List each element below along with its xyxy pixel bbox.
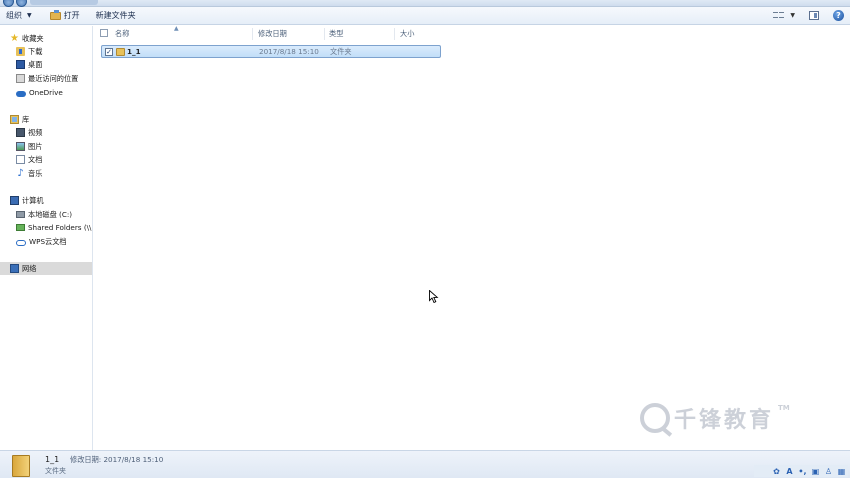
nav-pictures[interactable]: 图片 — [0, 140, 92, 153]
nav-documents[interactable]: 文档 — [0, 153, 92, 166]
nav-downloads-label: 下载 — [28, 46, 43, 56]
nav-recent[interactable]: 最近访问的位置 — [0, 72, 92, 85]
column-divider[interactable] — [324, 28, 325, 40]
nav-downloads[interactable]: 下载 — [0, 45, 92, 58]
paw-icon[interactable]: ✿ — [772, 467, 781, 476]
row-checkbox[interactable]: ✓ — [105, 48, 113, 56]
column-header-modified[interactable]: 修改日期 — [258, 29, 287, 39]
organize-label: 组织 — [6, 11, 22, 20]
nav-wps-cloud-label: WPS云文档 — [29, 236, 67, 246]
open-button[interactable]: 打开 — [44, 8, 86, 24]
new-folder-button[interactable]: 新建文件夹 — [90, 8, 142, 24]
mouse-cursor-icon — [429, 290, 439, 303]
open-label: 打开 — [63, 11, 80, 20]
user-icon[interactable]: ♙ — [824, 467, 833, 476]
nav-documents-label: 文档 — [28, 154, 43, 164]
file-list: ▲ 名称 修改日期 类型 大小 ✓ 1_1 2017/8/18 15:10 文件… — [94, 25, 850, 450]
organize-button[interactable]: 组织 ▼ — [0, 8, 38, 24]
downloads-folder-icon — [16, 47, 25, 56]
address-bar-strip — [0, 0, 850, 7]
watermark-text: 千锋教育 — [674, 408, 775, 433]
nav-shared-folders[interactable]: Shared Folders (\\ — [0, 221, 92, 234]
forward-button[interactable] — [16, 0, 27, 7]
library-icon — [10, 115, 19, 124]
nav-pictures-label: 图片 — [28, 141, 43, 151]
system-tray: ✿ A •, ▣ ♙ ▦ — [754, 465, 848, 477]
view-options-chevron-icon[interactable]: ▼ — [790, 12, 795, 19]
star-icon: ★ — [10, 33, 19, 44]
details-modified: 修改日期: 2017/8/18 15:10 — [70, 455, 164, 464]
file-name: 1_1 — [127, 47, 141, 56]
punctuation-icon[interactable]: •, — [798, 467, 807, 476]
nav-desktop-label: 桌面 — [28, 59, 43, 69]
address-bar[interactable] — [30, 0, 98, 5]
preview-pane-icon[interactable] — [809, 11, 819, 20]
pictures-icon — [16, 142, 25, 151]
nav-onedrive[interactable]: OneDrive — [0, 86, 92, 99]
onedrive-cloud-icon — [16, 90, 26, 97]
wps-cloud-icon — [16, 239, 26, 246]
nav-computer-label: 计算机 — [22, 195, 44, 205]
nav-libraries-label: 库 — [22, 114, 30, 124]
sort-ascending-icon: ▲ — [174, 25, 179, 32]
nav-wps-cloud[interactable]: WPS云文档 — [0, 235, 92, 248]
new-folder-label: 新建文件夹 — [95, 11, 136, 20]
column-header-name[interactable]: 名称 — [115, 29, 129, 39]
input-method-icon[interactable]: A — [785, 467, 794, 476]
nav-shared-folders-label: Shared Folders (\\ — [28, 223, 92, 232]
network-drive-icon — [16, 224, 25, 231]
nav-favorites-label: 收藏夹 — [22, 33, 44, 43]
open-icon — [49, 9, 61, 20]
help-icon[interactable]: ? — [833, 10, 844, 21]
details-pane: 1_1 修改日期: 2017/8/18 15:10 文件夹 ✿ A •, ▣ ♙… — [0, 450, 850, 478]
folder-icon — [116, 48, 125, 56]
nav-local-disk-label: 本地磁盘 (C:) — [28, 209, 73, 219]
nav-music[interactable]: ♪ 音乐 — [0, 167, 92, 180]
column-divider[interactable] — [394, 28, 395, 40]
nav-music-label: 音乐 — [28, 168, 43, 178]
file-type: 文件夹 — [330, 47, 352, 56]
column-header-type[interactable]: 类型 — [329, 29, 343, 39]
command-bar: 组织 ▼ 打开 新建文件夹 ▼ ? — [0, 7, 850, 25]
recent-places-icon — [16, 74, 25, 83]
document-icon — [16, 155, 25, 164]
watermark-trademark: TM — [778, 404, 790, 412]
nav-videos[interactable]: 视频 — [0, 126, 92, 139]
file-modified: 2017/8/18 15:10 — [259, 47, 319, 56]
back-button[interactable] — [3, 0, 14, 7]
nav-onedrive-label: OneDrive — [29, 88, 63, 97]
file-row[interactable]: ✓ 1_1 2017/8/18 15:10 文件夹 — [101, 45, 441, 58]
watermark-emblem-icon — [640, 403, 670, 433]
video-icon — [16, 128, 25, 137]
column-divider[interactable] — [252, 28, 253, 40]
column-headers: ▲ 名称 修改日期 类型 大小 — [94, 25, 850, 42]
hard-drive-icon — [16, 211, 25, 218]
computer-icon — [10, 196, 19, 205]
music-note-icon: ♪ — [17, 168, 24, 179]
chevron-down-icon: ▼ — [27, 12, 32, 19]
nav-libraries[interactable]: 库 — [0, 113, 92, 126]
nav-favorites[interactable]: ★ 收藏夹 — [0, 32, 92, 45]
nav-videos-label: 视频 — [28, 127, 43, 137]
details-name: 1_1 — [45, 455, 60, 464]
navigation-pane: ★ 收藏夹 下载 桌面 最近访问的位置 OneDrive 库 视频 图片 文档 … — [0, 26, 93, 450]
select-all-checkbox[interactable] — [100, 29, 108, 37]
column-header-size[interactable]: 大小 — [400, 29, 414, 39]
change-view-icon[interactable] — [773, 11, 785, 20]
grid-icon[interactable]: ▦ — [837, 467, 846, 476]
desktop-icon — [16, 60, 25, 69]
nav-computer[interactable]: 计算机 — [0, 194, 92, 207]
network-icon — [10, 264, 19, 273]
nav-recent-label: 最近访问的位置 — [28, 73, 79, 83]
nav-network-label: 网络 — [22, 263, 37, 273]
nav-network[interactable]: 网络 — [0, 262, 92, 275]
watermark-logo: 千锋教育 TM — [640, 402, 790, 434]
folder-large-icon — [12, 455, 30, 477]
toolbox-icon[interactable]: ▣ — [811, 467, 820, 476]
details-type: 文件夹 — [45, 467, 66, 475]
nav-desktop[interactable]: 桌面 — [0, 58, 92, 71]
nav-local-disk[interactable]: 本地磁盘 (C:) — [0, 208, 92, 221]
